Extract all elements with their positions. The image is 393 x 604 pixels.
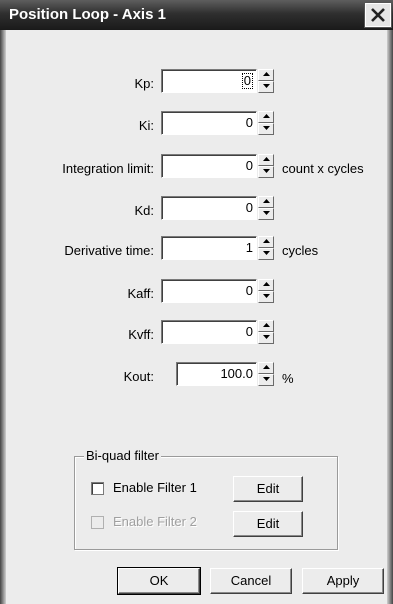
kvff-input[interactable]: 0 xyxy=(161,320,257,344)
close-button[interactable] xyxy=(364,2,392,28)
close-icon xyxy=(371,8,385,22)
kout-spinner[interactable] xyxy=(258,362,274,386)
ki-spinner[interactable] xyxy=(258,111,274,135)
biquad-filter-group-title: Bi-quad filter xyxy=(84,448,161,463)
integration-limit-input[interactable]: 0 xyxy=(161,154,257,178)
integration-limit-unit: count x cycles xyxy=(282,161,364,176)
arrow-up-icon xyxy=(262,157,270,161)
arrow-down-icon xyxy=(262,84,270,88)
edit-filter-1-button[interactable]: Edit xyxy=(233,476,303,502)
derivative-time-spin-up[interactable] xyxy=(258,236,274,248)
kp-spinner[interactable] xyxy=(258,69,274,93)
kp-spin-down[interactable] xyxy=(258,81,274,93)
ki-input[interactable]: 0 xyxy=(161,111,257,135)
kaff-label: Kaff: xyxy=(127,286,154,301)
kd-spin-up[interactable] xyxy=(258,196,274,208)
kaff-spin-up[interactable] xyxy=(258,279,274,291)
window-title: Position Loop - Axis 1 xyxy=(9,6,166,23)
arrow-up-icon xyxy=(262,365,270,369)
arrow-down-icon xyxy=(262,126,270,130)
edit-filter-2-button[interactable]: Edit xyxy=(233,511,303,537)
kaff-input[interactable]: 0 xyxy=(161,279,257,303)
kvff-spin-up[interactable] xyxy=(258,320,274,332)
derivative-time-spin-down[interactable] xyxy=(258,248,274,260)
window-frame-right xyxy=(387,30,393,604)
integration-limit-spin-up[interactable] xyxy=(258,154,274,166)
kvff-spinner[interactable] xyxy=(258,320,274,344)
ok-button[interactable]: OK xyxy=(117,567,201,595)
arrow-up-icon xyxy=(262,239,270,243)
kvff-spin-down[interactable] xyxy=(258,332,274,344)
arrow-down-icon xyxy=(262,294,270,298)
integration-limit-spin-down[interactable] xyxy=(258,166,274,178)
kd-label: Kd: xyxy=(134,203,154,218)
kaff-spinner[interactable] xyxy=(258,279,274,303)
derivative-time-unit: cycles xyxy=(282,243,319,258)
arrow-down-icon xyxy=(262,251,270,255)
enable-filter-2-label: Enable Filter 2 xyxy=(113,514,197,529)
arrow-up-icon xyxy=(262,323,270,327)
kout-unit: % xyxy=(282,371,294,386)
kp-spin-up[interactable] xyxy=(258,69,274,81)
apply-button[interactable]: Apply xyxy=(302,568,384,594)
arrow-down-icon xyxy=(262,377,270,381)
integration-limit-spinner[interactable] xyxy=(258,154,274,178)
derivative-time-spinner[interactable] xyxy=(258,236,274,260)
kaff-spin-down[interactable] xyxy=(258,291,274,303)
derivative-time-input[interactable]: 1 xyxy=(161,236,257,260)
title-bar[interactable]: Position Loop - Axis 1 xyxy=(0,0,393,30)
kd-input[interactable]: 0 xyxy=(161,196,257,220)
kp-label: Kp: xyxy=(134,76,154,91)
cancel-button[interactable]: Cancel xyxy=(210,568,292,594)
dialog-window: Position Loop - Axis 1 Kp: 0 Ki: 0 Integ… xyxy=(0,0,393,604)
kp-input[interactable]: 0 xyxy=(161,69,257,93)
enable-filter-1-label[interactable]: Enable Filter 1 xyxy=(113,480,197,495)
derivative-time-label: Derivative time: xyxy=(64,243,154,258)
integration-limit-label: Integration limit: xyxy=(62,161,154,176)
arrow-up-icon xyxy=(262,114,270,118)
enable-filter-1-checkbox[interactable] xyxy=(91,482,104,495)
kd-spin-down[interactable] xyxy=(258,208,274,220)
kout-spin-up[interactable] xyxy=(258,362,274,374)
kd-spinner[interactable] xyxy=(258,196,274,220)
ki-spin-down[interactable] xyxy=(258,123,274,135)
ki-label: Ki: xyxy=(138,118,154,133)
arrow-up-icon xyxy=(262,199,270,203)
arrow-down-icon xyxy=(262,211,270,215)
kvff-label: Kvff: xyxy=(128,327,154,342)
kout-spin-down[interactable] xyxy=(258,374,274,386)
arrow-down-icon xyxy=(262,335,270,339)
arrow-up-icon xyxy=(262,282,270,286)
enable-filter-2-checkbox[interactable] xyxy=(91,516,104,529)
ki-spin-up[interactable] xyxy=(258,111,274,123)
kp-value: 0 xyxy=(241,73,253,89)
arrow-up-icon xyxy=(262,72,270,76)
kout-input[interactable]: 100.0 xyxy=(176,362,257,386)
kout-label: Kout: xyxy=(123,369,154,384)
arrow-down-icon xyxy=(262,169,270,173)
